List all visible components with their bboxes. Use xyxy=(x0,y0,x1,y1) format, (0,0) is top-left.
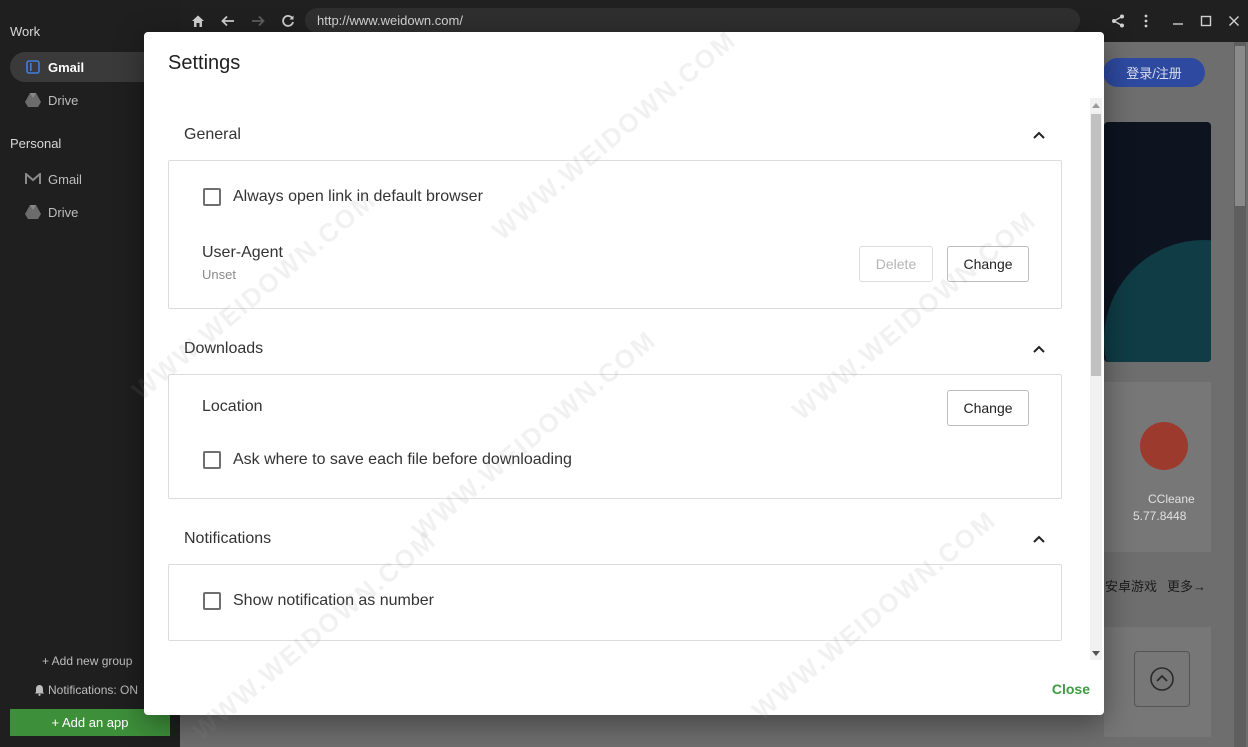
always-open-link-row[interactable]: Always open link in default browser xyxy=(203,188,483,206)
share-icon[interactable] xyxy=(1104,6,1132,36)
notifications-label: Notifications: ON xyxy=(48,683,139,697)
change-location-button[interactable]: Change xyxy=(947,390,1029,426)
drive-icon xyxy=(24,92,42,108)
dialog-title: Settings xyxy=(168,52,241,74)
section-header-general[interactable]: General xyxy=(168,115,1062,155)
gmail-icon xyxy=(24,171,42,187)
checkbox-label: Show notification as number xyxy=(233,592,434,609)
chevron-up-icon[interactable] xyxy=(1032,532,1046,546)
scroll-top-card xyxy=(1104,627,1211,737)
scroll-down-arrow-icon[interactable] xyxy=(1090,647,1102,659)
sidebar-item-label: Gmail xyxy=(48,59,85,75)
user-agent-value: Unset xyxy=(202,267,236,282)
section-title: Notifications xyxy=(184,530,272,547)
scroll-to-top-button[interactable] xyxy=(1134,651,1190,707)
close-dialog-button[interactable]: Close xyxy=(1052,681,1090,697)
close-window-icon[interactable] xyxy=(1220,6,1248,36)
app-card[interactable]: CCleane 5.77.8448 xyxy=(1104,382,1211,552)
checkbox-label: Ask where to save each file before downl… xyxy=(233,451,572,468)
sidebar-item-label: Drive xyxy=(48,92,79,108)
android-games-link[interactable]: 安卓游戏 xyxy=(1105,576,1157,595)
delete-user-agent-button[interactable]: Delete xyxy=(859,246,933,282)
downloads-panel: Location Change Ask where to save each f… xyxy=(168,374,1062,499)
scrollbar-thumb[interactable] xyxy=(1091,114,1101,376)
show-notification-number-checkbox[interactable] xyxy=(203,592,221,610)
section-header-downloads[interactable]: Downloads xyxy=(168,329,1062,369)
user-agent-label: User-Agent xyxy=(202,244,283,261)
more-vert-icon[interactable] xyxy=(1132,6,1160,36)
maximize-icon[interactable] xyxy=(1192,6,1220,36)
ask-where-row[interactable]: Ask where to save each file before downl… xyxy=(203,451,572,469)
bell-icon xyxy=(34,684,45,696)
chevron-up-icon[interactable] xyxy=(1032,128,1046,142)
chevron-up-circle-icon xyxy=(1150,667,1174,691)
settings-dialog: Settings General Always open link in def… xyxy=(144,32,1104,715)
scroll-up-arrow-icon[interactable] xyxy=(1090,99,1102,111)
change-user-agent-button[interactable]: Change xyxy=(947,246,1029,282)
section-title: General xyxy=(184,126,241,143)
drive-icon xyxy=(24,204,42,220)
sidebar-item-label: Drive xyxy=(48,204,79,220)
location-label: Location xyxy=(202,398,263,415)
group-title-personal: Personal xyxy=(10,136,62,151)
gmail-icon xyxy=(24,59,42,75)
settings-body: General Always open link in default brow… xyxy=(168,100,1086,660)
login-button[interactable]: 登录/注册 xyxy=(1103,58,1205,87)
banner-image xyxy=(1104,122,1211,362)
group-title-work: Work xyxy=(10,24,41,39)
ccleaner-logo xyxy=(1140,422,1188,470)
always-open-link-checkbox[interactable] xyxy=(203,188,221,206)
section-title: Downloads xyxy=(184,340,264,357)
app-name: CCleane xyxy=(1148,492,1195,506)
sidebar-item-label: Gmail xyxy=(48,171,82,187)
app-version: 5.77.8448 xyxy=(1133,509,1187,523)
page-scrollbar[interactable] xyxy=(1234,42,1246,747)
show-notification-number-row[interactable]: Show notification as number xyxy=(203,592,434,610)
section-header-notifications[interactable]: Notifications xyxy=(168,519,1062,559)
url-bar[interactable]: http://www.weidown.com/ xyxy=(305,8,1080,33)
minimize-icon[interactable] xyxy=(1164,6,1192,36)
checkbox-label: Always open link in default browser xyxy=(233,188,483,205)
more-link[interactable]: 更多→ xyxy=(1167,576,1206,595)
dialog-scrollbar[interactable] xyxy=(1090,98,1102,660)
ask-where-checkbox[interactable] xyxy=(203,451,221,469)
general-panel: Always open link in default browser User… xyxy=(168,160,1062,309)
notifications-panel: Show notification as number xyxy=(168,564,1062,641)
chevron-up-icon[interactable] xyxy=(1032,342,1046,356)
